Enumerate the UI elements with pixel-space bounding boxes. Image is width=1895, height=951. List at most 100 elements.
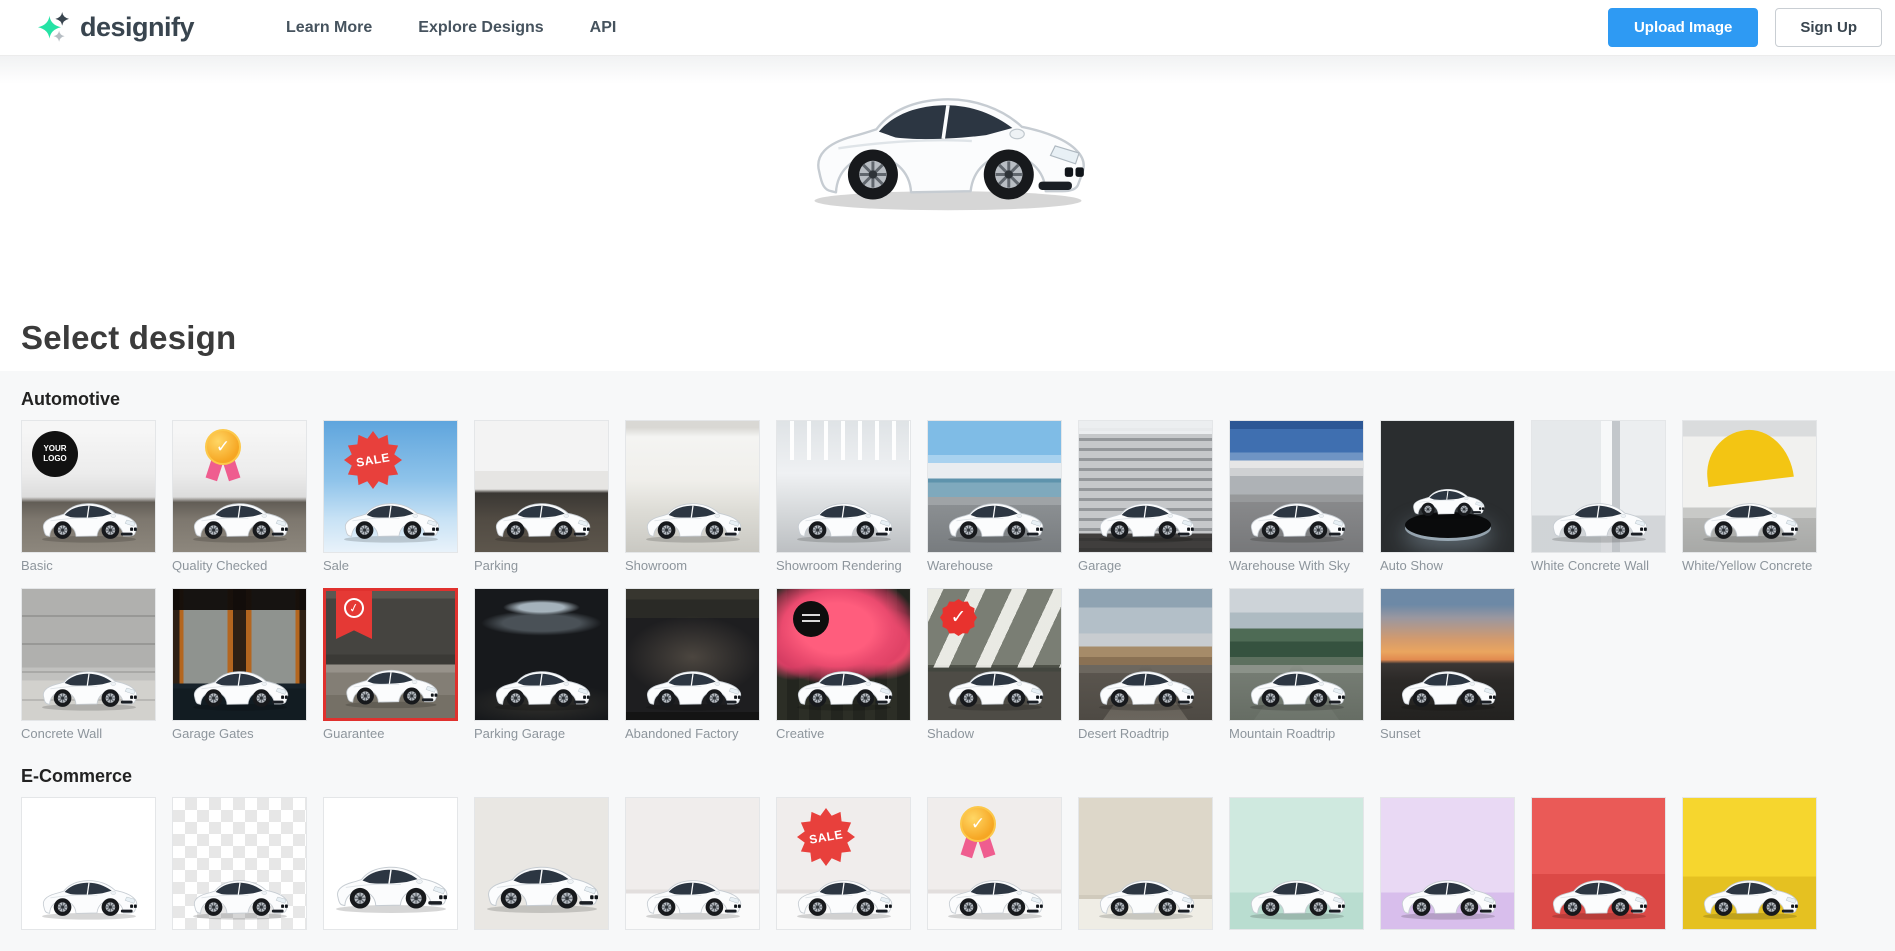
design-card-white-concrete-wall[interactable]: White Concrete Wall bbox=[1531, 420, 1666, 574]
nav-link-explore-designs[interactable]: Explore Designs bbox=[418, 19, 543, 37]
design-card-label: Garage bbox=[1078, 558, 1213, 574]
car-image bbox=[336, 494, 445, 544]
check-ribbon-badge: ✓ bbox=[336, 591, 372, 639]
design-card-warehouse-with-sky[interactable]: Warehouse With Sky bbox=[1229, 420, 1364, 574]
medal-check-icon: ✓ bbox=[960, 806, 996, 842]
design-card-label: Basic bbox=[21, 558, 156, 574]
design-thumbnail bbox=[323, 797, 458, 930]
sale-badge: SALE bbox=[344, 431, 402, 489]
design-thumbnail bbox=[474, 420, 609, 553]
design-thumbnail: ✓ bbox=[323, 588, 458, 721]
design-card-label bbox=[474, 935, 609, 951]
car-image bbox=[1393, 871, 1502, 921]
design-card-sale[interactable]: SALE Sale bbox=[323, 420, 458, 574]
design-thumbnail bbox=[21, 588, 156, 721]
design-thumbnail bbox=[1078, 588, 1213, 721]
design-thumbnail: ✓ bbox=[172, 420, 307, 553]
upload-image-button[interactable]: Upload Image bbox=[1608, 8, 1758, 47]
design-card-label: Warehouse With Sky bbox=[1229, 558, 1364, 574]
design-card-label: Garage Gates bbox=[172, 726, 307, 742]
design-thumbnail bbox=[1531, 797, 1666, 930]
sale-badge-text: SALE bbox=[355, 450, 391, 470]
car-image bbox=[185, 871, 294, 921]
design-card-label bbox=[1682, 935, 1817, 951]
stamp-badge bbox=[793, 601, 829, 637]
car-image bbox=[940, 494, 1049, 544]
design-thumbnail bbox=[776, 588, 911, 721]
car-image bbox=[487, 662, 596, 712]
design-thumbnail bbox=[172, 588, 307, 721]
car-image bbox=[789, 494, 898, 544]
design-sections: Automotive YOUR LOGO Basic ✓ Quality Che… bbox=[0, 371, 1895, 951]
section-automotive: Automotive YOUR LOGO Basic ✓ Quality Che… bbox=[21, 389, 1874, 742]
design-card-label bbox=[1531, 935, 1666, 951]
design-card-garage[interactable]: Garage bbox=[1078, 420, 1213, 574]
nav-link-learn-more[interactable]: Learn More bbox=[286, 19, 372, 37]
design-card-creative[interactable]: Creative bbox=[776, 588, 911, 742]
design-thumbnail bbox=[1229, 588, 1364, 721]
your-logo-badge: YOUR LOGO bbox=[32, 431, 78, 477]
car-image bbox=[1091, 494, 1200, 544]
design-card-label bbox=[625, 935, 760, 951]
design-card-label: Shadow bbox=[927, 726, 1062, 742]
design-card-label bbox=[1078, 935, 1213, 951]
medal-badge: ✓ bbox=[203, 429, 243, 483]
car-image bbox=[478, 856, 606, 915]
nav-link-api[interactable]: API bbox=[590, 19, 617, 37]
design-thumbnail bbox=[1229, 420, 1364, 553]
design-card-quality-checked[interactable]: ✓ Quality Checked bbox=[172, 420, 307, 574]
car-image bbox=[34, 871, 143, 921]
design-card-showroom[interactable]: Showroom bbox=[625, 420, 760, 574]
design-card-parking[interactable]: Parking bbox=[474, 420, 609, 574]
design-card-label: White/Yellow Concrete bbox=[1682, 558, 1817, 574]
car-image bbox=[338, 661, 444, 710]
car-image bbox=[1695, 871, 1804, 921]
design-card-parking-garage[interactable]: Parking Garage bbox=[474, 588, 609, 742]
design-card-basic[interactable]: YOUR LOGO Basic bbox=[21, 420, 156, 574]
design-card-desert-roadtrip[interactable]: Desert Roadtrip bbox=[1078, 588, 1213, 742]
ribbon-check-icon: ✓ bbox=[342, 596, 366, 620]
car-image bbox=[1091, 871, 1200, 921]
design-card-guarantee[interactable]: ✓ Guarantee bbox=[323, 588, 458, 742]
section-e-commerce: E-Commerce SALE ✓ bbox=[21, 766, 1874, 951]
design-card-label bbox=[927, 935, 1062, 951]
design-card-label bbox=[1380, 935, 1515, 951]
design-thumbnail bbox=[1682, 797, 1817, 930]
design-card-label: Warehouse bbox=[927, 558, 1062, 574]
design-thumbnail bbox=[172, 797, 307, 930]
design-card-sunset[interactable]: Sunset bbox=[1380, 588, 1515, 742]
car-image bbox=[1695, 494, 1804, 544]
design-thumbnail bbox=[1078, 420, 1213, 553]
design-thumbnail bbox=[625, 588, 760, 721]
design-card-auto-show[interactable]: Auto Show bbox=[1380, 420, 1515, 574]
sign-up-button[interactable]: Sign Up bbox=[1775, 8, 1882, 47]
design-card-label bbox=[21, 935, 156, 951]
design-card-abandoned-factory[interactable]: Abandoned Factory bbox=[625, 588, 760, 742]
design-card-showroom-rendering[interactable]: Showroom Rendering bbox=[776, 420, 911, 574]
design-card-label: Concrete Wall bbox=[21, 726, 156, 742]
design-card-garage-gates[interactable]: Garage Gates bbox=[172, 588, 307, 742]
car-image bbox=[327, 856, 455, 915]
car-image bbox=[1242, 494, 1351, 544]
design-card-concrete-wall[interactable]: Concrete Wall bbox=[21, 588, 156, 742]
car-image bbox=[638, 494, 747, 544]
car-image bbox=[1544, 494, 1653, 544]
design-card-shadow[interactable]: ✓ Shadow bbox=[927, 588, 1062, 742]
design-card-mountain-roadtrip[interactable]: Mountain Roadtrip bbox=[1229, 588, 1364, 742]
design-card-label: Guarantee bbox=[323, 726, 458, 742]
car-image bbox=[487, 494, 596, 544]
design-thumbnail bbox=[625, 420, 760, 553]
logo[interactable]: designify bbox=[38, 12, 194, 43]
design-card-label: Sunset bbox=[1380, 726, 1515, 742]
design-card-white-yellow-concrete[interactable]: White/Yellow Concrete bbox=[1682, 420, 1817, 574]
uploaded-image-preview bbox=[0, 56, 1895, 215]
car-image bbox=[940, 871, 1049, 921]
design-card-label: Showroom Rendering bbox=[776, 558, 911, 574]
design-thumbnail: ✓ bbox=[927, 588, 1062, 721]
car-image bbox=[1393, 662, 1502, 712]
design-card-warehouse[interactable]: Warehouse bbox=[927, 420, 1062, 574]
page-title: Select design bbox=[21, 319, 1895, 357]
design-card-label: Sale bbox=[323, 558, 458, 574]
design-card-label: Desert Roadtrip bbox=[1078, 726, 1213, 742]
check-round-badge: ✓ bbox=[940, 599, 977, 636]
